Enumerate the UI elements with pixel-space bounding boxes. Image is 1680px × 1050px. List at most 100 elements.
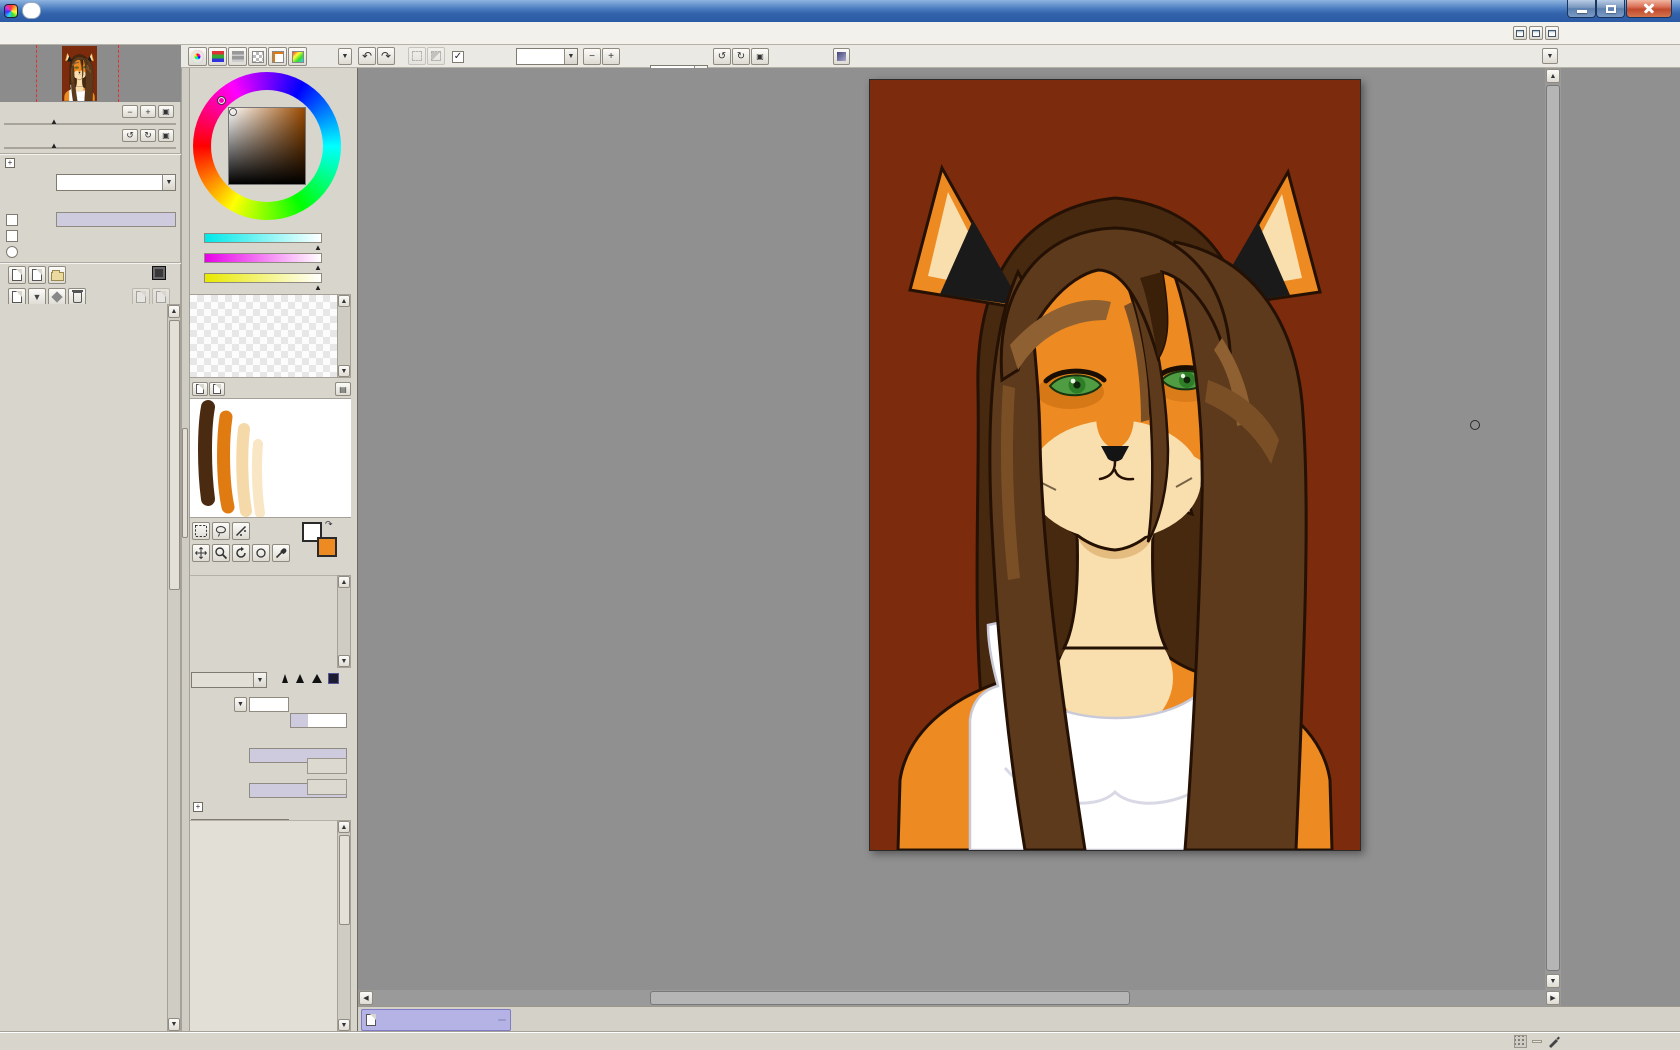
g-slider[interactable]	[204, 253, 322, 263]
scroll-left-button[interactable]: ◀	[359, 991, 373, 1005]
magic-wand-tool[interactable]	[232, 522, 250, 540]
scroll-down-button[interactable]: ▼	[338, 365, 350, 377]
lasso-tool[interactable]	[212, 522, 230, 540]
r-slider-handle[interactable]: ▲	[314, 244, 322, 252]
scrollbar-thumb[interactable]	[339, 835, 350, 925]
maximize-button[interactable]	[1596, 0, 1625, 18]
advanced-settings-expand-icon[interactable]: +	[193, 802, 203, 812]
saturation-value-square[interactable]	[228, 107, 306, 185]
opacity-slider[interactable]	[56, 212, 176, 227]
canvas-document[interactable]	[869, 79, 1361, 851]
blend-options-button[interactable]	[833, 48, 850, 65]
scroll-up-button[interactable]: ▲	[338, 295, 350, 307]
color-wheel-panel-button[interactable]	[188, 47, 207, 66]
scratchpad-panel-button[interactable]	[268, 47, 287, 66]
new-layer-set-button[interactable]	[28, 266, 46, 284]
document-tab[interactable]	[361, 1009, 511, 1031]
reset-view-button[interactable]: ▣	[751, 48, 769, 65]
size-unit-button[interactable]: ▼	[234, 697, 247, 712]
nav-angle-reset-button[interactable]: ▣	[158, 129, 174, 142]
new-folder-button[interactable]	[48, 266, 66, 284]
canvas-h-scrollbar[interactable]: ◀ ▶	[358, 990, 1561, 1006]
scrollbar-thumb[interactable]	[650, 991, 1130, 1005]
layer-mode-combo[interactable]: ▼	[56, 174, 176, 191]
nav-zoom-out-button[interactable]: −	[122, 105, 138, 118]
canvas-v-scrollbar[interactable]: ▲ ▼	[1545, 68, 1561, 990]
brush-edge-medium[interactable]	[296, 674, 304, 683]
nav-zoom-slider[interactable]	[4, 123, 176, 125]
clipping-group-checkbox[interactable]	[6, 230, 18, 242]
background-color-chip[interactable]	[317, 537, 337, 557]
navigator-preview[interactable]	[0, 45, 181, 102]
scroll-down-button[interactable]: ▼	[168, 1018, 180, 1031]
rotate-cw-button[interactable]: ↻	[732, 48, 750, 65]
scroll-up-button[interactable]: ▲	[168, 305, 180, 318]
brush-edge-square[interactable]	[328, 673, 339, 684]
nav-angle-slider[interactable]	[4, 147, 176, 149]
brush-grid-scrollbar[interactable]: ▲ ▼	[337, 575, 351, 668]
scroll-right-button[interactable]: ▶	[1546, 991, 1560, 1005]
selection-visibility-checkbox[interactable]: ✓	[452, 51, 464, 63]
scroll-up-button[interactable]: ▲	[338, 576, 350, 588]
nav-angle-slider-handle[interactable]: ▲	[50, 142, 58, 150]
nav-rotate-ccw-button[interactable]: ↺	[122, 129, 138, 142]
scroll-up-button[interactable]: ▲	[338, 821, 350, 833]
scrollbar-thumb[interactable]	[182, 428, 188, 538]
undo-button[interactable]: ↶	[358, 47, 376, 65]
toolbar-overflow-button[interactable]: ▼	[1542, 48, 1558, 64]
nav-zoom-slider-handle[interactable]: ▲	[50, 118, 58, 126]
mixer-panel-button[interactable]	[288, 47, 307, 66]
swap-colors-icon[interactable]: ↷	[325, 519, 333, 530]
scratchpad-prev-button[interactable]	[192, 382, 208, 396]
panel-layout-button-1[interactable]	[1513, 26, 1527, 40]
scroll-up-button[interactable]: ▲	[1546, 69, 1560, 83]
scrollbar-thumb[interactable]	[169, 320, 180, 590]
nav-zoom-in-button[interactable]: +	[140, 105, 156, 118]
sv-cursor[interactable]	[230, 109, 236, 115]
layer-mask-button[interactable]	[152, 266, 166, 280]
panel-scrollbar[interactable]	[181, 68, 190, 1032]
b-slider-handle[interactable]: ▲	[314, 284, 322, 292]
hue-cursor[interactable]	[218, 97, 225, 104]
scroll-down-button[interactable]: ▼	[1546, 974, 1560, 988]
invert-selection-button[interactable]	[427, 47, 445, 65]
swatches-panel-button[interactable]	[248, 47, 267, 66]
minimize-button[interactable]	[1567, 0, 1596, 18]
rect-select-tool[interactable]	[192, 522, 210, 540]
close-button[interactable]	[1626, 0, 1672, 18]
titlebar[interactable]	[0, 0, 1680, 22]
scratchpad-options-button[interactable]: ▤	[335, 382, 351, 396]
canvas-viewport[interactable]: ▲ ▼ ◀ ▶	[358, 68, 1680, 1006]
brush-edge-hard[interactable]	[282, 674, 288, 683]
b-slider[interactable]	[204, 273, 322, 283]
new-layer-button[interactable]	[8, 266, 26, 284]
zoom-tool[interactable]	[212, 544, 230, 562]
zoom-out-button[interactable]: −	[583, 48, 601, 65]
g-slider-handle[interactable]: ▲	[314, 264, 322, 272]
nav-rotate-cw-button[interactable]: ↻	[140, 129, 156, 142]
scrollbar-thumb[interactable]	[1546, 85, 1560, 971]
redo-button[interactable]: ↷	[377, 47, 395, 65]
nav-zoom-reset-button[interactable]: ▣	[158, 105, 174, 118]
scroll-down-button[interactable]: ▼	[338, 655, 350, 667]
panel-layout-button-3[interactable]	[1545, 26, 1559, 40]
rgb-slider-panel-button[interactable]	[208, 47, 227, 66]
hand-tool[interactable]	[252, 544, 270, 562]
paints-effect-expand-icon[interactable]: +	[5, 158, 15, 168]
selection-source-radio[interactable]	[6, 246, 18, 258]
r-slider[interactable]	[204, 233, 322, 243]
swatch-area[interactable]	[190, 294, 337, 378]
panel-layout-button-2[interactable]	[1529, 26, 1543, 40]
zoom-combo[interactable]: ▼	[516, 48, 578, 65]
size-grid-scrollbar[interactable]: ▲ ▼	[337, 820, 351, 1032]
scratchpad-canvas[interactable]	[190, 398, 351, 518]
preserve-opacity-checkbox[interactable]	[6, 214, 18, 226]
size-multiplier-box[interactable]	[249, 697, 289, 712]
brush-blend-combo[interactable]: ▼	[191, 672, 267, 688]
hsv-slider-panel-button[interactable]	[228, 47, 247, 66]
brush-edge-soft[interactable]	[312, 674, 322, 683]
swatch-scrollbar[interactable]: ▲ ▼	[337, 294, 351, 378]
zoom-in-button[interactable]: +	[602, 48, 620, 65]
rotate-view-tool[interactable]	[232, 544, 250, 562]
scroll-down-button[interactable]: ▼	[338, 1019, 350, 1031]
